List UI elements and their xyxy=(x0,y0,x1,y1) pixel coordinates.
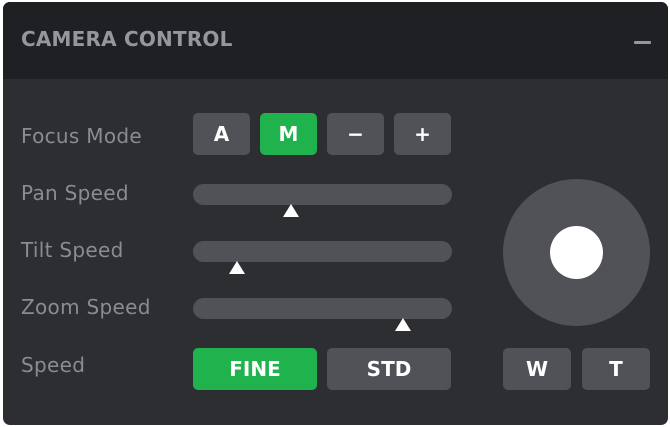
pan-speed-slider[interactable] xyxy=(193,184,452,205)
zoom-tele-button[interactable]: T xyxy=(582,348,650,390)
joystick-knob[interactable] xyxy=(550,226,603,279)
tilt-speed-slider[interactable] xyxy=(193,241,452,262)
speed-std-button[interactable]: STD xyxy=(327,348,451,390)
pan-speed-label: Pan Speed xyxy=(21,181,129,205)
minus-icon[interactable] xyxy=(634,41,651,44)
focus-auto-button[interactable]: A xyxy=(193,113,250,155)
pan-tilt-joystick[interactable] xyxy=(503,179,650,326)
tilt-speed-thumb[interactable] xyxy=(229,261,246,274)
speed-fine-button[interactable]: FINE xyxy=(193,348,317,390)
zoom-speed-thumb[interactable] xyxy=(394,318,411,331)
zoom-speed-label: Zoom Speed xyxy=(21,295,151,319)
zoom-wide-button[interactable]: W xyxy=(503,348,571,390)
panel-title: CAMERA CONTROL xyxy=(21,27,233,51)
zoom-speed-slider[interactable] xyxy=(193,298,452,319)
focus-minus-button[interactable]: − xyxy=(327,113,384,155)
focus-manual-button[interactable]: M xyxy=(260,113,317,155)
focus-mode-label: Focus Mode xyxy=(21,124,142,148)
tilt-speed-label: Tilt Speed xyxy=(21,238,124,262)
camera-control-panel: CAMERA CONTROL Focus Mode A M − + Pan Sp… xyxy=(3,2,668,425)
speed-label: Speed xyxy=(21,353,86,377)
panel-header: CAMERA CONTROL xyxy=(3,2,668,79)
pan-speed-thumb[interactable] xyxy=(283,204,300,217)
focus-plus-button[interactable]: + xyxy=(394,113,451,155)
